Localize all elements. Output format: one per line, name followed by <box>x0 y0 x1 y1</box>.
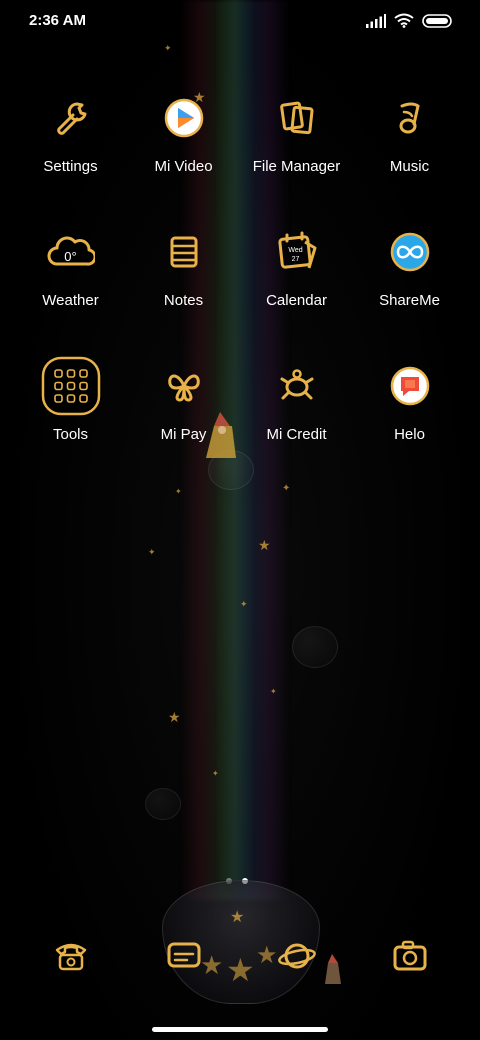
status-time: 2:36 AM <box>29 12 86 29</box>
dock-browser[interactable] <box>240 928 353 984</box>
app-label: Helo <box>394 426 425 443</box>
wallpaper-star: ✦ <box>212 769 219 778</box>
dock-camera[interactable] <box>353 928 466 984</box>
weather-temperature: 0° <box>64 248 77 264</box>
calendar-icon: Wed 27 <box>269 224 325 280</box>
app-music[interactable]: Music <box>353 90 466 224</box>
notes-icon <box>156 224 212 280</box>
app-grid: Settings Mi Video File Manager Music 0° … <box>14 90 466 492</box>
phone-icon <box>43 928 99 984</box>
folder-icon <box>269 90 325 146</box>
app-label: Weather <box>42 292 99 309</box>
wallpaper-bubble <box>145 788 181 820</box>
browser-planet-icon <box>269 928 325 984</box>
wallpaper-star: ★ <box>230 909 245 926</box>
chat-bubble-icon <box>382 358 438 414</box>
app-label: Mi Credit <box>266 426 327 443</box>
wallpaper-star: ✦ <box>240 599 248 609</box>
app-label: File Manager <box>252 158 341 175</box>
status-bar: 2:36 AM <box>0 0 480 44</box>
wifi-icon <box>394 13 414 28</box>
calendar-day-number: 27 <box>291 256 300 263</box>
app-helo[interactable]: Helo <box>353 358 466 492</box>
wallpaper-star: ✦ <box>270 687 277 696</box>
app-tools-folder[interactable]: Tools <box>14 355 127 492</box>
wallpaper-star: ★ <box>168 709 181 725</box>
wallpaper-star: ✦ <box>164 43 172 53</box>
camera-icon <box>382 928 438 984</box>
tools-folder-icon <box>40 355 102 417</box>
app-weather[interactable]: 0° Weather <box>14 224 127 358</box>
music-note-icon <box>382 90 438 146</box>
wallpaper-bubble <box>292 626 338 668</box>
dock <box>14 928 466 984</box>
app-mi-credit[interactable]: Mi Credit <box>240 358 353 492</box>
app-mi-video[interactable]: Mi Video <box>127 90 240 224</box>
cloud-icon: 0° <box>43 224 99 280</box>
app-label: Music <box>389 158 430 175</box>
play-icon <box>156 90 212 146</box>
battery-icon <box>422 13 452 28</box>
butterfly-icon <box>156 358 212 414</box>
wallpaper-star: ✦ <box>148 547 156 557</box>
signal-icon <box>366 13 386 28</box>
infinity-icon <box>382 224 438 280</box>
wallpaper-star: ★ <box>258 537 271 553</box>
app-label: Mi Pay <box>160 426 207 443</box>
app-settings[interactable]: Settings <box>14 90 127 224</box>
app-label: ShareMe <box>379 292 440 309</box>
wrench-icon <box>43 90 99 146</box>
app-label: Settings <box>43 158 98 175</box>
app-file-manager[interactable]: File Manager <box>240 90 353 224</box>
app-mi-pay[interactable]: Mi Pay <box>127 358 240 492</box>
app-calendar[interactable]: Wed 27 Calendar <box>240 224 353 358</box>
app-shareme[interactable]: ShareMe <box>353 224 466 358</box>
app-label: Calendar <box>266 292 327 309</box>
dock-messages[interactable] <box>127 928 240 984</box>
home-screen: ★ ★ ★ ✦ ✦ ✦ ✦ ✦ ✦ ✦ 2:36 AM Settings Mi … <box>0 0 480 1040</box>
app-label: Mi Video <box>154 158 213 175</box>
status-icons <box>366 13 452 28</box>
message-icon <box>156 928 212 984</box>
app-notes[interactable]: Notes <box>127 224 240 358</box>
app-label: Notes <box>163 292 204 309</box>
home-indicator-bar[interactable] <box>152 1027 328 1032</box>
turtle-icon <box>269 358 325 414</box>
dock-phone[interactable] <box>14 928 127 984</box>
calendar-day-name: Wed <box>288 247 303 254</box>
app-label: Tools <box>52 426 89 443</box>
